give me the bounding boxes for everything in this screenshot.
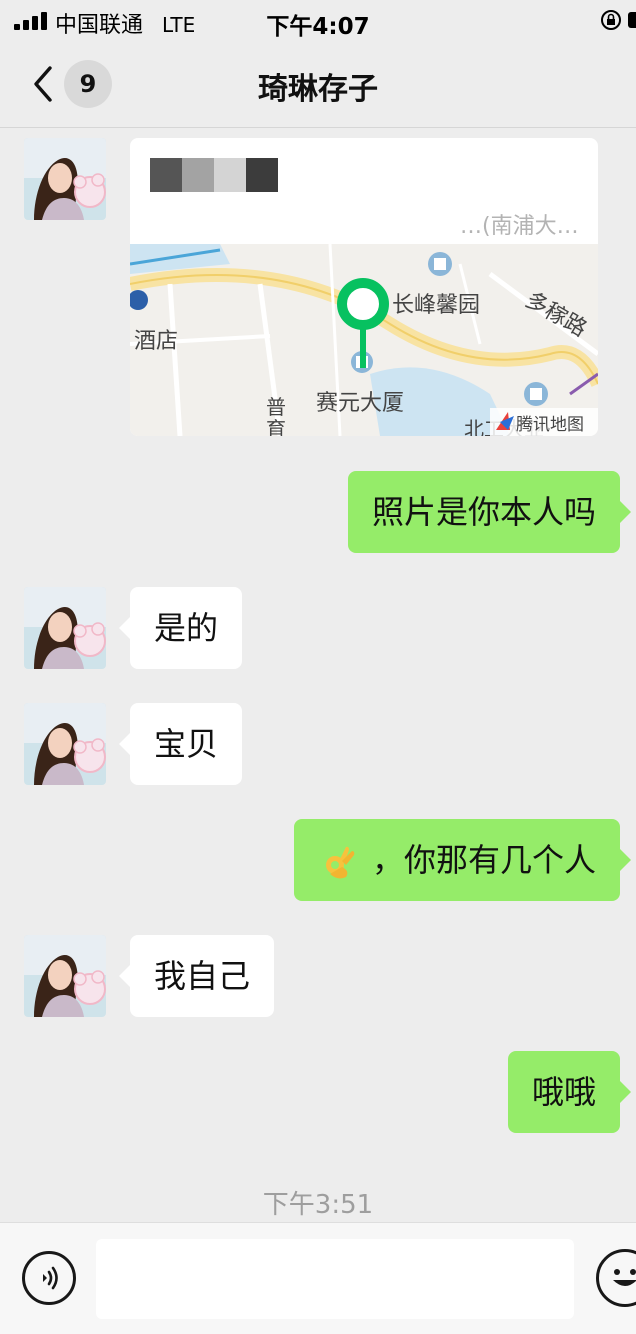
avatar-photo bbox=[24, 587, 106, 669]
rotation-lock-icon bbox=[601, 10, 621, 30]
map-preview: 长峰馨园 赛元大厦 酒店 普 育 北工大业 多稼路 腾讯地图 bbox=[130, 244, 598, 436]
avatar-photo bbox=[24, 935, 106, 1017]
message-text: 照片是你本人吗 bbox=[371, 493, 596, 531]
status-bar: 中国联通 LTE 下午4:07 bbox=[0, 0, 636, 40]
emoji-icon bbox=[613, 1269, 636, 1286]
chat-title: 琦琳存子 bbox=[258, 72, 378, 107]
message-bubble-outgoing[interactable]: 照片是你本人吗 bbox=[347, 471, 632, 553]
voice-icon bbox=[43, 1266, 58, 1290]
contact-avatar[interactable] bbox=[24, 703, 106, 785]
voice-input-button[interactable] bbox=[22, 1251, 76, 1305]
contact-avatar[interactable] bbox=[24, 935, 106, 1017]
map-label-road-pu: 普 bbox=[266, 395, 286, 419]
message-text: 我自己 bbox=[154, 957, 251, 995]
avatar-photo bbox=[24, 138, 106, 220]
status-time: 下午4:07 bbox=[266, 14, 370, 40]
chat-input-bar bbox=[0, 1222, 636, 1334]
message-bubble-incoming[interactable]: 我自己 bbox=[118, 935, 275, 1017]
battery-icon bbox=[628, 12, 636, 28]
location-message-card[interactable]: …(南浦大… 长峰馨园 赛元大厦 酒店 普 育 北工大业 bbox=[130, 138, 598, 436]
contact-avatar[interactable] bbox=[24, 138, 106, 220]
map-label-saiyuan: 赛元大厦 bbox=[316, 391, 404, 416]
message-input[interactable] bbox=[96, 1239, 574, 1319]
map-label-hotel: 酒店 bbox=[134, 329, 178, 354]
map-label-changfeng: 长峰馨园 bbox=[392, 293, 480, 318]
message-text: 哦哦 bbox=[531, 1073, 596, 1111]
message-bubble-outgoing[interactable]: ，你那有几个人 bbox=[293, 819, 632, 901]
location-address: …(南浦大… bbox=[460, 214, 579, 239]
map-label-road-yu: 育 bbox=[266, 417, 286, 436]
message-bubble-outgoing[interactable]: 哦哦 bbox=[507, 1051, 632, 1133]
contact-avatar[interactable] bbox=[24, 587, 106, 669]
map-brand-tencent: 腾讯地图 bbox=[516, 415, 584, 435]
avatar-photo bbox=[24, 703, 106, 785]
message-bubble-incoming[interactable]: 宝贝 bbox=[118, 703, 243, 785]
message-text: 是的 bbox=[154, 609, 219, 647]
message-text: ，你那有几个人 bbox=[371, 841, 596, 879]
ok-hand-emoji-icon bbox=[325, 846, 355, 879]
emoji-button[interactable] bbox=[596, 1249, 636, 1307]
message-text: 宝贝 bbox=[154, 725, 219, 763]
message-bubble-incoming[interactable]: 是的 bbox=[118, 587, 243, 669]
chat-header: 9 琦琳存子 bbox=[0, 40, 636, 128]
location-title-redacted bbox=[150, 158, 278, 192]
time-divider: 下午3:51 bbox=[262, 1190, 374, 1220]
